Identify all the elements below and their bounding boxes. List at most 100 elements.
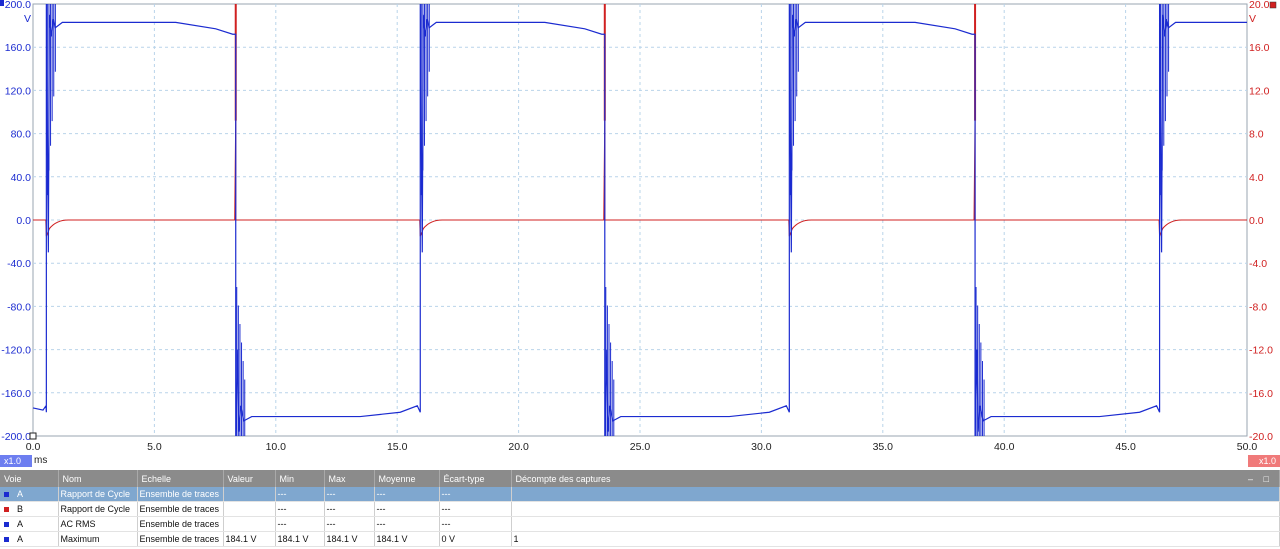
y-right-tick-label: 4.0 [1249,172,1264,184]
channel-color-swatch [4,507,9,512]
table-cell: 184.1 V [275,531,325,547]
panel-window-controls[interactable]: – □ [1248,474,1278,484]
y-right-tick-label: 12.0 [1249,85,1270,97]
y-left-tick-label: 120.0 [5,85,31,97]
channel-cell: A [0,516,59,532]
column-header[interactable]: Écart-type [439,470,512,487]
table-row[interactable]: A AC RMS Ensemble de traces --- --- --- --- [0,516,1280,532]
x-tick-label: 40.0 [994,441,1015,453]
table-cell: 184.1 V [374,531,440,547]
column-header[interactable]: Max [324,470,375,487]
table-cell: --- [439,516,512,532]
channel-color-swatch [4,492,9,497]
channel-label: A [17,519,24,529]
y-left-unit: V [24,13,31,25]
x-tick-label: 35.0 [873,441,894,453]
measurements-header-row: Voie Nom Echelle Valeur Min Max Moyenne Écart-t… [0,470,1280,487]
origin-marker[interactable] [29,432,37,440]
channel-cell: A [0,487,59,502]
zoom-right-badge[interactable]: x1.0 [1248,455,1280,467]
table-cell: --- [324,501,375,517]
table-cell: Ensemble de traces [137,501,224,517]
x-tick-label: 5.0 [147,441,162,453]
table-cell [223,501,276,517]
measurements-panel: Voie Nom Echelle Valeur Min Max Moyenne Écart-t… [0,470,1280,549]
table-cell: --- [439,501,512,517]
y-right-tick-label: 8.0 [1249,129,1264,141]
y-left-tick-label: -40.0 [7,258,31,270]
y-right-tick-label: 0.0 [1249,215,1264,227]
column-header[interactable]: Décompte des captures – □ [511,470,1280,487]
table-cell: 184.1 V [324,531,375,547]
column-header[interactable]: Nom [58,470,138,487]
y-left-tick-label: 40.0 [11,172,32,184]
table-cell: --- [439,487,512,502]
table-cell: --- [374,516,440,532]
channel-a-scale-marker[interactable] [0,0,4,6]
y-right-tick-label: 20.0 [1249,0,1270,11]
y-left-tick-label: 160.0 [5,42,31,54]
table-cell: 0 V [439,531,512,547]
y-left-tick-label: -200.0 [1,431,31,443]
table-cell: --- [275,516,325,532]
table-cell: --- [374,501,440,517]
y-right-tick-label: -12.0 [1249,345,1273,357]
table-cell: --- [374,487,440,502]
y-right-unit: V [1249,13,1256,25]
oscilloscope-view[interactable]: 0.0 5.0 10.0 15.0 20.0 25.0 30.0 35.0 40.0 45.0 50… [0,0,1280,468]
table-cell [223,516,276,532]
table-cell: Rapport de Cycle [58,487,138,502]
table-cell: --- [324,516,375,532]
column-header[interactable]: Valeur [223,470,276,487]
x-axis-unit: ms [34,455,48,466]
y-right-tick-label: -8.0 [1249,301,1267,313]
y-left-tick-label: -160.0 [1,388,31,400]
x-tick-label: 30.0 [751,441,772,453]
table-cell: --- [275,501,325,517]
y-right-tick-label: -20.0 [1249,431,1273,443]
channel-label: A [17,534,24,544]
y-left-tick-label: 80.0 [11,129,32,141]
table-cell: Maximum [58,531,138,547]
x-tick-label: 20.0 [508,441,529,453]
table-cell: --- [275,487,325,502]
channel-label: A [17,489,24,499]
table-cell: Ensemble de traces [137,487,224,502]
x-tick-label: 45.0 [1115,441,1136,453]
channel-cell: B [0,501,59,517]
y-left-tick-label: 200.0 [5,0,31,11]
channel-label: B [17,504,24,514]
table-cell: 184.1 V [223,531,276,547]
channel-b-scale-marker[interactable] [1269,1,1277,9]
zoom-left-badge[interactable]: x1.0 [0,455,32,467]
table-cell [511,501,1280,517]
table-cell [511,516,1280,532]
channel-cell: A [0,531,59,547]
column-header[interactable]: Voie [0,470,59,487]
table-cell [511,487,1280,502]
x-tick-label: 25.0 [630,441,651,453]
table-cell: Ensemble de traces [137,516,224,532]
column-header[interactable]: Echelle [137,470,224,487]
x-tick-label: 10.0 [266,441,287,453]
table-row[interactable]: A Rapport de Cycle Ensemble de traces --- --… [0,487,1280,502]
column-header[interactable]: Min [275,470,325,487]
column-header[interactable]: Moyenne [374,470,440,487]
table-cell: Rapport de Cycle [58,501,138,517]
y-right-tick-label: -16.0 [1249,388,1273,400]
channel-color-swatch [4,537,9,542]
y-left-tick-label: -120.0 [1,345,31,357]
table-cell: AC RMS [58,516,138,532]
table-row[interactable]: A Maximum Ensemble de traces 184.1 V 184.1 V… [0,531,1280,547]
scope-plot[interactable]: 0.0 5.0 10.0 15.0 20.0 25.0 30.0 35.0 40.0 45.0 50… [0,0,1280,468]
table-cell [223,487,276,502]
table-cell: 1 [511,531,1280,547]
y-right-tick-label: -4.0 [1249,258,1267,270]
x-tick-label: 15.0 [387,441,408,453]
table-cell: Ensemble de traces [137,531,224,547]
table-cell: --- [324,487,375,502]
channel-color-swatch [4,522,9,527]
y-left-tick-label: -80.0 [7,301,31,313]
y-left-tick-label: 0.0 [16,215,31,227]
table-row[interactable]: B Rapport de Cycle Ensemble de traces --- --… [0,501,1280,517]
